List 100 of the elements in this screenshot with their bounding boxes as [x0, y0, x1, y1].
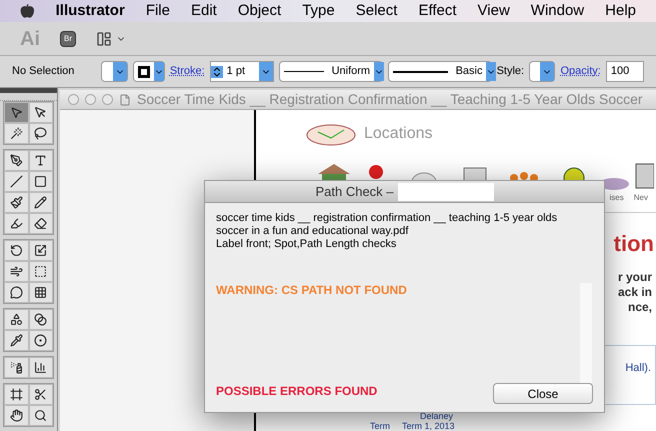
- bar-chart-icon: [34, 361, 48, 374]
- menu-item[interactable]: File: [146, 0, 170, 22]
- line-icon: [10, 175, 23, 188]
- tool-button[interactable]: [4, 123, 28, 144]
- body-text: nce,: [628, 300, 652, 315]
- app-logo: Ai: [20, 26, 40, 52]
- search-icon: [34, 409, 48, 422]
- tool-button[interactable]: [28, 405, 53, 426]
- stroke-swatch-icon: [138, 66, 150, 78]
- opacity-field[interactable]: 100: [606, 61, 644, 82]
- opacity-link[interactable]: Opacity:: [560, 63, 601, 80]
- blend-icon: [34, 313, 48, 326]
- wand-icon: [10, 127, 23, 140]
- nav-label[interactable]: ises: [610, 192, 624, 204]
- tool-button[interactable]: [28, 192, 53, 213]
- eyedropper-icon: [10, 334, 23, 347]
- app-menu[interactable]: Illustrator: [56, 0, 125, 22]
- stroke-link[interactable]: Stroke:: [170, 63, 205, 80]
- marker-icon: [10, 217, 23, 230]
- grid-icon: [34, 286, 48, 299]
- tool-button[interactable]: [4, 261, 28, 282]
- tool-button[interactable]: [28, 102, 53, 123]
- menu-item[interactable]: View: [478, 0, 510, 22]
- venue-link[interactable]: Hall).: [625, 360, 651, 376]
- shapes-icon: [10, 313, 23, 326]
- body-text: ack in: [618, 285, 652, 300]
- type-icon: [34, 154, 48, 167]
- tool-button[interactable]: [4, 213, 28, 234]
- errors-text: POSSIBLE ERRORS FOUND: [216, 383, 378, 400]
- menu-item[interactable]: Window: [530, 0, 584, 22]
- tool-button[interactable]: [28, 240, 53, 261]
- hand-icon: [10, 409, 23, 422]
- style-label: Style:: [496, 64, 524, 80]
- menu-item[interactable]: Type: [302, 0, 335, 22]
- map-icon: [306, 124, 356, 146]
- brush-icon: [10, 196, 23, 209]
- tool-button[interactable]: [28, 261, 53, 282]
- menu-item[interactable]: Object: [238, 0, 282, 22]
- locations-heading: Locations: [364, 124, 432, 144]
- menu-item[interactable]: Help: [605, 0, 636, 22]
- tool-button[interactable]: [28, 309, 53, 330]
- tool-button[interactable]: [28, 282, 53, 303]
- tool-button[interactable]: [4, 357, 28, 378]
- style-dropdown[interactable]: [529, 61, 556, 82]
- dialog-text: Label front; Spot,Path Length checks: [216, 238, 398, 251]
- tool-button[interactable]: [28, 384, 53, 405]
- tool-button[interactable]: [4, 282, 28, 303]
- tool-button[interactable]: [4, 150, 28, 171]
- dialog-text: soccer time kids __ registration confirmation __ teaching 1-5 year olds: [216, 212, 558, 225]
- eraser-icon: [34, 217, 48, 230]
- rotate-icon: [10, 244, 23, 257]
- term-value: Term 1, 2013: [402, 421, 455, 431]
- dialog-text: soccer in a fun and educational way.pdf: [216, 225, 410, 238]
- stroke-dropdown[interactable]: [132, 61, 165, 82]
- tool-button[interactable]: [28, 357, 53, 378]
- body-text: r your: [618, 270, 652, 285]
- tool-button[interactable]: [4, 171, 28, 192]
- stepper-icon[interactable]: [210, 66, 223, 78]
- tool-button[interactable]: [4, 240, 28, 261]
- tool-button[interactable]: [4, 405, 28, 426]
- line-icon: [284, 71, 324, 72]
- rectangle-icon: [34, 175, 48, 188]
- profile-dropdown[interactable]: Uniform: [278, 61, 383, 82]
- document-title: Soccer Time Kids __ Registration Confirmation __ Teaching 1-5 Year Olds Soccer: [137, 90, 643, 109]
- tool-button[interactable]: [28, 123, 53, 144]
- swirl-icon: [10, 265, 23, 278]
- apple-icon[interactable]: [20, 3, 35, 19]
- line-icon: [392, 70, 448, 72]
- circle-dot-icon: [34, 334, 48, 347]
- nav-label[interactable]: Nev: [634, 192, 648, 204]
- tool-button[interactable]: [4, 192, 28, 213]
- layout-icon[interactable]: [96, 30, 112, 46]
- menu-item[interactable]: Select: [356, 0, 398, 22]
- warning-text: WARNING: CS PATH NOT FOUND: [216, 282, 408, 299]
- pencil-icon: [34, 196, 48, 209]
- spray-can-icon: [10, 361, 23, 374]
- fill-dropdown[interactable]: [101, 61, 128, 82]
- tool-button[interactable]: [4, 384, 28, 405]
- frame-icon: [10, 388, 23, 401]
- stroke-weight-field[interactable]: 1 pt: [210, 61, 274, 82]
- lasso-icon: [34, 127, 48, 140]
- dialog-title: Path Check –: [315, 182, 394, 201]
- tool-button[interactable]: [28, 171, 53, 192]
- pen-icon: [10, 154, 23, 167]
- close-button[interactable]: Close: [493, 383, 593, 404]
- bridge-button[interactable]: Br: [60, 30, 76, 46]
- tool-button[interactable]: [4, 330, 28, 351]
- arrow-icon: [10, 106, 23, 119]
- tool-button[interactable]: [4, 309, 28, 330]
- menu-item[interactable]: Edit: [190, 0, 217, 22]
- selection-label: No Selection: [12, 64, 76, 80]
- menu-item[interactable]: Effect: [418, 0, 457, 22]
- document-icon: [119, 94, 131, 106]
- scissors-icon: [34, 388, 48, 401]
- tool-button[interactable]: [28, 150, 53, 171]
- hollow-arrow-icon: [34, 106, 48, 119]
- coach-name: Delaney: [419, 411, 454, 421]
- tool-button[interactable]: [4, 102, 28, 123]
- tool-button[interactable]: [28, 330, 53, 351]
- tool-button[interactable]: [28, 213, 53, 234]
